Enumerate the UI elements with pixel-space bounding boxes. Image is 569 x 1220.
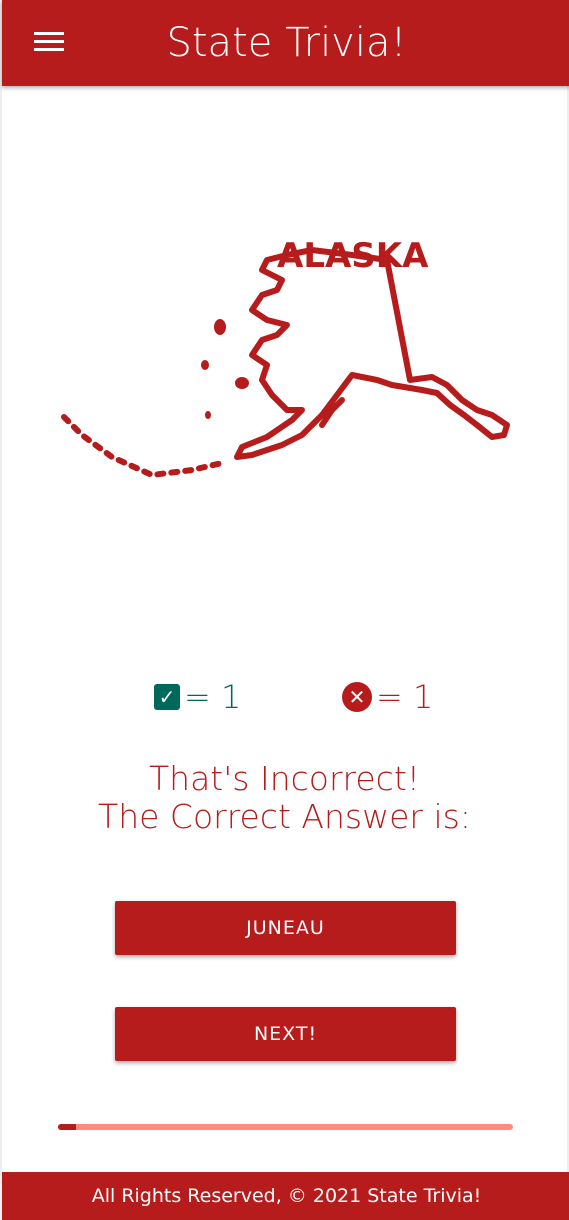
- incorrect-score: ✕ = 1: [342, 678, 433, 716]
- result-message-line2: The Correct Answer is:: [98, 797, 471, 836]
- footer: All Rights Reserved, © 2021 State Trivia…: [2, 1172, 569, 1220]
- island: [214, 319, 226, 335]
- incorrect-count: = 1: [376, 678, 434, 716]
- correct-count: = 1: [184, 678, 242, 716]
- x-circle-icon: ✕: [342, 682, 372, 712]
- progress-bar: [58, 1124, 513, 1130]
- hamburger-icon[interactable]: [34, 32, 64, 54]
- island: [235, 377, 249, 389]
- alaska-outline: [234, 247, 510, 460]
- result-message: That's Incorrect! The Correct Answer is:: [2, 760, 567, 836]
- correct-answer-button[interactable]: JUNEAU: [115, 901, 456, 955]
- next-button[interactable]: NEXT!: [115, 1007, 456, 1061]
- aleutian-islands: [61, 414, 225, 478]
- progress-fill: [58, 1124, 77, 1130]
- app-header: State Trivia!: [2, 0, 569, 86]
- island: [201, 360, 209, 370]
- result-message-line1: That's Incorrect!: [149, 759, 420, 798]
- check-icon: ✓: [154, 684, 180, 710]
- alaska-map: ALASKA: [61, 236, 510, 478]
- island: [205, 411, 211, 419]
- page-title: State Trivia!: [166, 20, 407, 66]
- correct-score: ✓ = 1: [154, 678, 241, 716]
- map-label: ALASKA: [277, 236, 429, 276]
